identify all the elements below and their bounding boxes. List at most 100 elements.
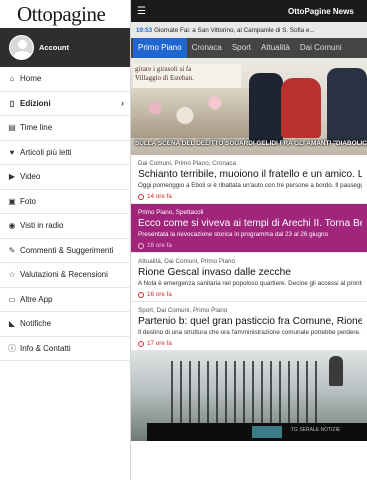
ottopagine-logo: Ottopagine xyxy=(17,1,106,26)
sidebar-item-video[interactable]: ▶ Video xyxy=(0,165,130,190)
article-time: 16 ore fa xyxy=(147,242,172,249)
sidebar-item-label: Info & Contatti xyxy=(20,343,71,353)
tab-cronaca[interactable]: Cronaca xyxy=(187,38,227,58)
sidebar-item-time-line[interactable]: ▤ Time line xyxy=(0,116,130,141)
tab-sport[interactable]: Sport xyxy=(227,38,256,58)
news-ticker[interactable]: 19:53 Giornate Fai: a San Vittorino, al … xyxy=(131,22,367,38)
book-icon: ▯ xyxy=(9,98,15,108)
sidebar-item-label: Foto xyxy=(20,196,37,206)
sidebar-item-home[interactable]: ⌂ Home xyxy=(0,67,130,92)
photo-statue xyxy=(329,356,343,386)
article-card[interactable]: Dai Comuni, Primo Piano, Cronaca Schianto… xyxy=(131,155,367,204)
article-card[interactable]: Sport, Dai Comuni, Primo Piano Partenio b… xyxy=(131,302,367,351)
sidebar-item-label: Time line xyxy=(20,123,53,133)
sidebar-item-label: Video xyxy=(20,172,41,182)
sidebar-item-notifiche[interactable]: ◣ Notifiche xyxy=(0,312,130,337)
tab-attualit-[interactable]: Attualità xyxy=(256,38,295,58)
sidebar-item-articoli-pi-letti[interactable]: ♥ Articoli più letti xyxy=(0,141,130,165)
tab-primo-piano[interactable]: Primo Piano xyxy=(133,38,187,58)
article-time: 14 ore fa xyxy=(147,193,172,200)
article-time-row: 14 ore fa xyxy=(138,193,362,200)
article-time-row: 16 ore fa xyxy=(138,291,362,298)
sidebar-item-label: Edizioni xyxy=(20,98,51,108)
sidebar-item-label: Valutazioni & Recensioni xyxy=(20,270,108,280)
sidebar-item-visti-in-radio[interactable]: ◉ Visti in radio xyxy=(0,214,130,239)
hero-sign-line2: Villaggio di Esteban. xyxy=(135,74,194,82)
sidebar-item-valutazioni-recensioni[interactable]: ☆ Valutazioni & Recensioni xyxy=(0,263,130,288)
sidebar-item-label: Home xyxy=(20,74,42,84)
home-icon: ⌂ xyxy=(9,74,15,84)
tab-dai-comuni[interactable]: Dai Comuni xyxy=(295,38,347,58)
video-overlay-text: TG SERALE NOTIZIE xyxy=(291,427,341,433)
app-title: OttoPagine News xyxy=(288,6,354,16)
clock-icon xyxy=(138,242,144,249)
sidebar-item-edizioni[interactable]: ▯ Edizioni › xyxy=(0,92,130,116)
play-icon: ▶ xyxy=(8,172,16,182)
article-category: Primo Piano, Spettacoli xyxy=(138,209,204,216)
hero-figure-officer-right xyxy=(327,68,367,143)
clock-icon xyxy=(138,291,144,298)
article-time-row: 17 ore fa xyxy=(138,340,362,347)
article-excerpt: A Nola è emergenza sanitaria nel popolos… xyxy=(138,280,362,287)
article-category: Sport, Dai Comuni, Primo Piano xyxy=(138,307,228,314)
article-card[interactable]: Attualità, Dai Comuni, Primo Piano Rione … xyxy=(131,253,367,302)
video-overlay: TG SERALE NOTIZIE xyxy=(147,423,367,441)
hero-figure-officer-left xyxy=(249,73,283,143)
hero-sign-text: girare i girasoli si fa Villaggio di Est… xyxy=(135,65,194,83)
hero-figure-red-shirt xyxy=(281,78,321,138)
clock-icon xyxy=(138,340,144,347)
article-time: 17 ore fa xyxy=(147,340,172,347)
photo-article[interactable]: TG SERALE NOTIZIE xyxy=(131,351,367,441)
sidebar-item-label: Notifiche xyxy=(20,319,52,329)
article-headline: Ecco come si viveva ai tempi di Arechi I… xyxy=(138,218,362,229)
sidebar-item-label: Commenti & Suggerimenti xyxy=(20,245,114,255)
sidebar-item-label: Visti in radio xyxy=(20,221,64,231)
video-thumbnail xyxy=(252,426,282,438)
article-excerpt: Il destino di una struttura che ora l'am… xyxy=(138,329,362,336)
heart-icon: ♥ xyxy=(9,147,15,157)
chevron-right-icon: › xyxy=(121,98,124,109)
article-excerpt: Oggi pomeriggio a Eboli si è ribaltata u… xyxy=(138,182,362,189)
hero-flowers xyxy=(131,88,251,138)
account-row[interactable]: Account xyxy=(0,28,130,67)
sidebar-item-foto[interactable]: ▣ Foto xyxy=(0,190,130,214)
hero-sign-line1: girare i girasoli si fa xyxy=(135,65,192,73)
main-content: ☰ OttoPagine News 19:53 Giornate Fai: a … xyxy=(131,0,367,480)
sidebar-item-info-contatti[interactable]: ⓘ Info & Contatti xyxy=(0,337,130,361)
article-headline: Partenio b: quel gran pasticcio fra Comu… xyxy=(138,316,362,327)
sidebar-menu-list: ⌂ Home ▯ Edizioni › ▤ Time line ♥ Articoli più l… xyxy=(0,67,130,361)
ticker-time: 19:53 xyxy=(136,26,153,34)
info-icon: ⓘ xyxy=(8,343,16,353)
article-card[interactable]: Primo Piano, Spettacoli Ecco come si vive… xyxy=(131,204,367,253)
radio-icon: ◉ xyxy=(8,221,16,231)
article-headline: Schianto terribile, muoiono il fratello … xyxy=(138,169,362,180)
hero-caption: SULLA SCENA DEL DELITTO SGUARDI GELIDI F… xyxy=(135,140,367,147)
sidebar-item-label: Altre App xyxy=(20,294,53,304)
article-category: Dai Comuni, Primo Piano, Cronaca xyxy=(138,160,236,167)
category-tabs: Primo Piano Cronaca Sport Attualità Dai Comu… xyxy=(131,38,367,58)
logo-bar: Ottopagine xyxy=(0,0,130,28)
article-time-row: 16 ore fa xyxy=(138,242,362,249)
sidebar-item-label: Articoli più letti xyxy=(20,147,72,157)
avatar xyxy=(9,35,34,60)
megaphone-icon: ◣ xyxy=(8,319,16,329)
monitor-icon: ▭ xyxy=(8,294,16,304)
top-bar: ☰ OttoPagine News xyxy=(131,0,367,22)
sidebar-menu: Ottopagine Account ⌂ Home ▯ Edizioni › ▤ Time … xyxy=(0,0,131,480)
ticker-text: Giornate Fai: a San Vittorino, al Campan… xyxy=(154,26,315,34)
star-icon: ☆ xyxy=(8,270,16,280)
comment-icon: ✎ xyxy=(8,245,16,255)
article-time: 16 ore fa xyxy=(147,291,172,298)
hero-article[interactable]: girare i girasoli si fa Villaggio di Est… xyxy=(131,58,367,155)
sidebar-item-altre-app[interactable]: ▭ Altre App xyxy=(0,288,130,312)
photo-icon: ▣ xyxy=(8,196,16,206)
timeline-icon: ▤ xyxy=(8,123,16,133)
account-label: Account xyxy=(39,43,69,52)
article-category: Attualità, Dai Comuni, Primo Piano xyxy=(138,258,235,265)
hamburger-menu-icon[interactable]: ☰ xyxy=(137,6,151,17)
clock-icon xyxy=(138,193,144,200)
article-excerpt: Presentata la rievocazione storica in pr… xyxy=(138,231,329,238)
sidebar-item-commenti-suggerimenti[interactable]: ✎ Commenti & Suggerimenti xyxy=(0,239,130,263)
article-list: Dai Comuni, Primo Piano, Cronaca Schianto… xyxy=(131,155,367,351)
article-headline: Rione Gescal invaso dalle zecche xyxy=(138,267,291,278)
